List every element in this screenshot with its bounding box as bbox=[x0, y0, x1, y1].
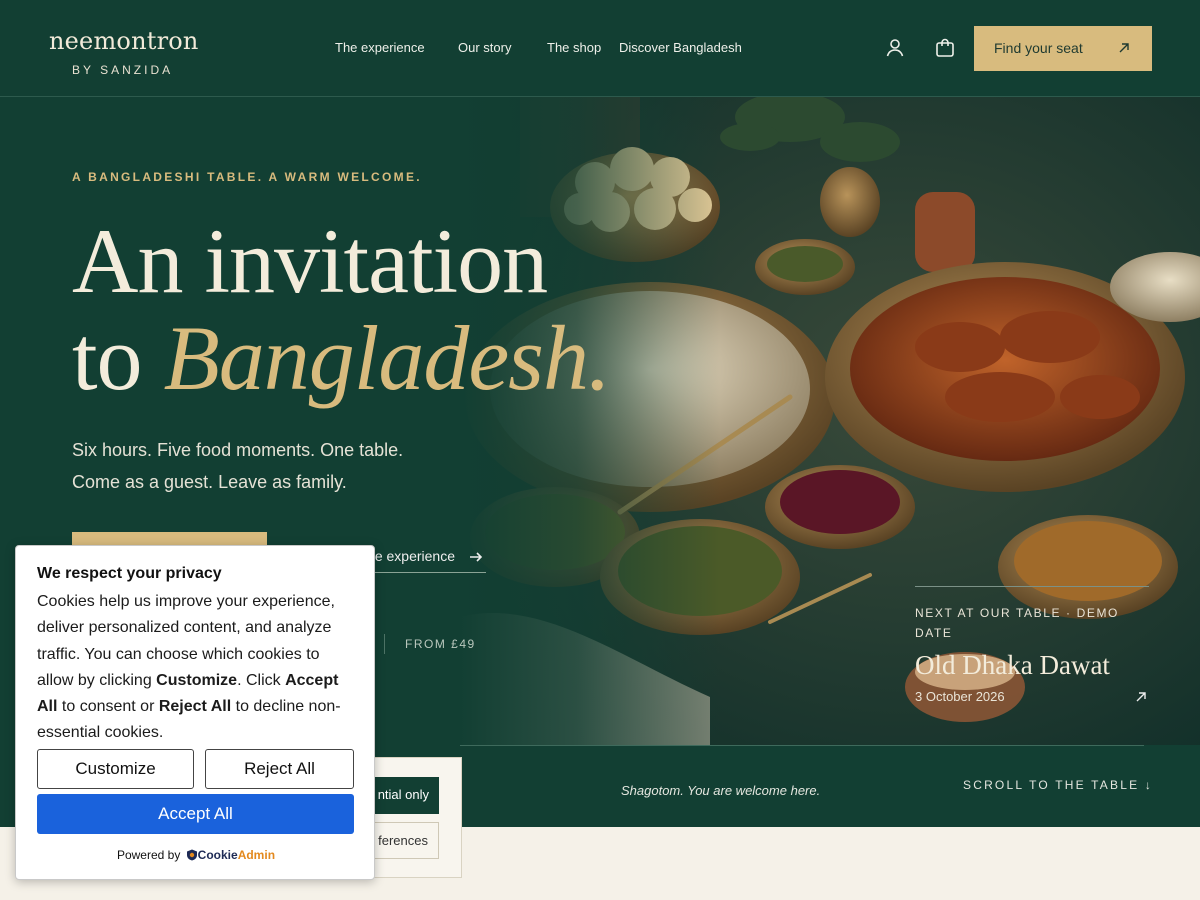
cookie-body-text: . Click bbox=[237, 671, 286, 689]
divider bbox=[384, 634, 385, 654]
site-header: neemontron BY SANZIDA The experience Our… bbox=[0, 0, 1200, 97]
cookie-body-customize: Customize bbox=[156, 671, 238, 689]
tagline: Shagotom. You are welcome here. bbox=[621, 783, 821, 798]
preferences-button[interactable]: ferences bbox=[369, 822, 439, 859]
cookie-body-reject: Reject All bbox=[158, 698, 232, 716]
essential-only-button[interactable]: ntial only bbox=[369, 777, 439, 814]
next-event-label: NEXT AT OUR TABLE · DEMO DATE bbox=[915, 606, 1119, 640]
preferences-label: ferences bbox=[378, 833, 428, 848]
scroll-to-table-link[interactable]: SCROLL TO THE TABLE ↓ bbox=[963, 778, 1153, 792]
powered-by: Powered by CookieAdmin bbox=[16, 848, 376, 862]
reject-all-button[interactable]: Reject All bbox=[205, 749, 354, 789]
next-event-card[interactable]: NEXT AT OUR TABLE · DEMO DATE Old Dhaka … bbox=[915, 586, 1149, 704]
shopping-bag-icon[interactable] bbox=[933, 36, 957, 60]
cookie-body: Cookies help us improve your experience,… bbox=[37, 589, 359, 747]
arrow-right-icon bbox=[470, 552, 483, 562]
next-event-title: Old Dhaka Dawat bbox=[915, 650, 1110, 680]
explore-experience-label: e experience bbox=[374, 548, 455, 564]
hero-lead-line2: Come as a guest. Leave as family. bbox=[72, 472, 347, 492]
logo-byline: BY SANZIDA bbox=[72, 63, 174, 77]
logo-wordmark[interactable]: neemontron bbox=[49, 27, 199, 55]
cookie-title: We respect your privacy bbox=[37, 565, 222, 582]
cookie-consent-dialog: We respect your privacy Cookies help us … bbox=[15, 545, 375, 880]
image-fade-overlay bbox=[460, 97, 720, 745]
powered-by-label: Powered by bbox=[116, 848, 181, 862]
hero-title-line2: to Bangladesh. bbox=[72, 305, 611, 411]
arrow-up-right-icon bbox=[1136, 692, 1146, 702]
arrow-up-right-icon bbox=[1119, 43, 1129, 53]
find-your-seat-label: Find your seat bbox=[994, 40, 1083, 56]
brand-cookie: Cookie bbox=[197, 848, 238, 862]
hero-title-line1: An invitation bbox=[72, 210, 548, 312]
cookie-body-text: to consent or bbox=[57, 698, 159, 716]
accept-all-button[interactable]: Accept All bbox=[37, 794, 354, 834]
nav-link-shop[interactable]: The shop bbox=[547, 40, 601, 55]
cookieadmin-logo-icon bbox=[186, 849, 197, 861]
hero-title-prefix: to bbox=[72, 307, 143, 409]
hero-title-emphasis: Bangladesh. bbox=[163, 307, 611, 409]
cookieadmin-brand[interactable]: CookieAdmin bbox=[198, 848, 275, 862]
essential-only-label: ntial only bbox=[377, 787, 429, 802]
hero-lead-line1: Six hours. Five food moments. One table. bbox=[72, 440, 404, 460]
nav-link-experience[interactable]: The experience bbox=[335, 40, 425, 55]
hero-kicker: A BANGLADESHI TABLE. A WARM WELCOME. bbox=[72, 170, 422, 184]
nav-link-our-story[interactable]: Our story bbox=[458, 40, 511, 55]
brand-admin: Admin bbox=[237, 848, 276, 862]
strip-divider bbox=[460, 745, 1144, 746]
next-event-date: 3 October 2026 bbox=[915, 689, 1005, 704]
customize-button[interactable]: Customize bbox=[37, 749, 194, 789]
find-your-seat-button[interactable]: Find your seat bbox=[974, 26, 1152, 71]
nav-link-discover-bangladesh[interactable]: Discover Bangladesh bbox=[619, 40, 742, 55]
price-from: FROM £49 bbox=[405, 637, 476, 651]
user-icon[interactable] bbox=[883, 36, 907, 60]
